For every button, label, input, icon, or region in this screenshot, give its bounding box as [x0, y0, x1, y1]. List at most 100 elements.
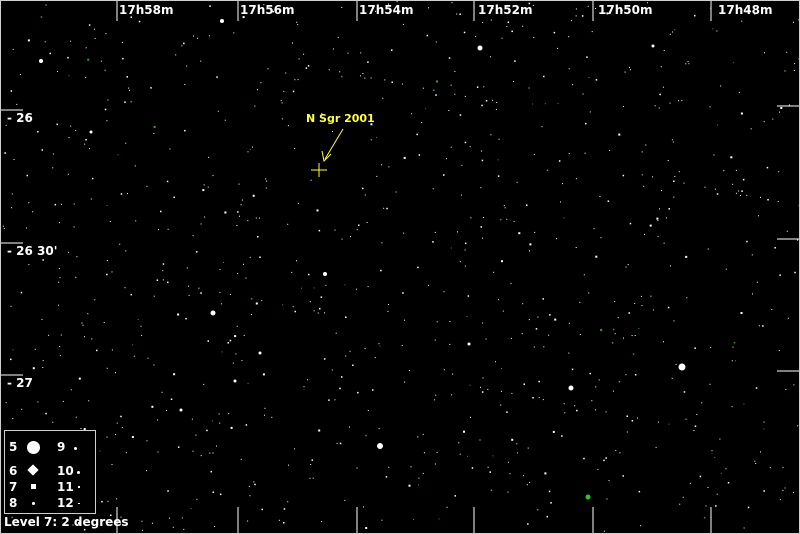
star	[629, 222, 632, 225]
star	[450, 247, 452, 249]
star	[104, 108, 107, 111]
star	[490, 489, 492, 491]
star	[434, 463, 436, 465]
star	[83, 528, 86, 531]
star	[575, 8, 577, 10]
star	[459, 453, 461, 455]
star	[387, 304, 389, 305]
star	[793, 384, 795, 386]
star	[85, 139, 87, 141]
star	[657, 219, 659, 221]
star	[482, 377, 484, 379]
star	[146, 185, 148, 187]
star	[586, 56, 588, 58]
star	[402, 83, 403, 85]
star	[632, 353, 635, 355]
star	[131, 436, 134, 438]
star	[281, 118, 283, 120]
star	[130, 101, 132, 103]
star	[367, 286, 369, 288]
star	[696, 413, 698, 415]
star-chart[interactable]: 17h58m 17h56m 17h54m 17h52m 17h50m 17h48…	[0, 0, 800, 534]
star	[100, 60, 102, 62]
star	[572, 84, 574, 86]
star	[490, 19, 492, 21]
star	[364, 348, 366, 350]
star	[175, 54, 177, 56]
star	[612, 328, 615, 331]
star	[16, 103, 18, 105]
star	[229, 293, 231, 295]
star	[26, 227, 27, 229]
star	[622, 475, 624, 477]
star	[552, 430, 555, 433]
star	[786, 51, 788, 53]
star	[681, 100, 683, 102]
star	[683, 182, 685, 184]
star	[99, 450, 101, 452]
star	[75, 276, 77, 278]
ra-label-5: 17h50m	[598, 3, 653, 17]
star	[395, 191, 397, 193]
magnitude-legend: 5 9 6 10 7 11 8 12	[4, 430, 96, 514]
star	[303, 53, 305, 55]
star	[161, 391, 163, 393]
star	[401, 345, 403, 346]
star	[217, 110, 219, 112]
star	[349, 350, 351, 352]
star	[529, 250, 530, 252]
star	[534, 231, 536, 233]
star	[435, 394, 437, 396]
star	[779, 274, 781, 276]
star	[120, 193, 123, 195]
star	[489, 471, 491, 473]
star	[68, 137, 70, 139]
star	[595, 8, 596, 9]
star	[575, 247, 577, 248]
star	[772, 118, 774, 120]
star	[42, 360, 44, 362]
star	[411, 113, 413, 115]
star	[511, 438, 514, 441]
star	[756, 281, 758, 283]
star	[308, 273, 310, 276]
star	[344, 499, 346, 501]
star	[365, 527, 368, 529]
star	[153, 126, 156, 128]
star	[294, 448, 296, 450]
star	[124, 287, 126, 289]
star	[310, 464, 312, 465]
legend-mag-5: 5	[9, 440, 18, 454]
star	[574, 405, 576, 407]
star	[320, 296, 323, 298]
star	[200, 455, 202, 457]
star	[188, 285, 189, 287]
star	[141, 334, 143, 336]
star	[52, 167, 54, 169]
star	[522, 303, 524, 305]
star	[417, 436, 419, 438]
ra-label-4: 17h52m	[478, 3, 533, 17]
star	[177, 446, 180, 448]
star	[493, 271, 495, 273]
star	[388, 466, 390, 468]
star	[589, 372, 591, 375]
star	[408, 370, 410, 371]
star	[146, 440, 148, 442]
star	[450, 146, 452, 148]
star	[103, 322, 105, 323]
star	[422, 433, 424, 435]
bright-star	[233, 379, 237, 383]
star	[117, 154, 119, 156]
star	[579, 301, 581, 303]
star	[731, 360, 733, 362]
star	[323, 358, 326, 360]
star	[408, 484, 411, 487]
star	[247, 220, 249, 222]
star	[634, 374, 637, 376]
star	[125, 452, 127, 454]
star	[68, 251, 70, 253]
star	[40, 16, 43, 18]
star	[140, 325, 142, 327]
star	[575, 15, 577, 17]
